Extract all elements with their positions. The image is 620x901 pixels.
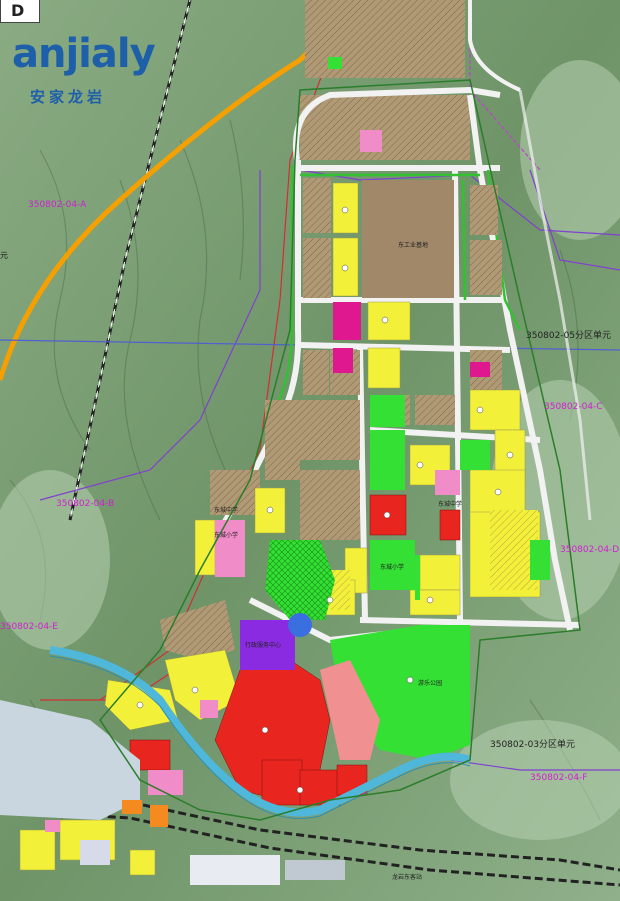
unit-label-04-b: 350802-04-B <box>56 499 115 509</box>
blue-plaza <box>288 613 312 637</box>
facility-label-park: 游乐公园 <box>418 680 443 687</box>
station-area <box>190 855 280 885</box>
logo-subtitle: 安家龙岩 <box>30 88 107 106</box>
orange-block-2 <box>122 800 142 814</box>
unit-label-04-c: 350802-04-C <box>544 402 603 412</box>
unit-label-04-f: 350802-04-F <box>530 773 588 783</box>
map-sheet-corner: D <box>0 0 40 23</box>
unit-label-04-a: 350802-04-A <box>28 200 87 210</box>
unit-label-04-d: 350802-04-D <box>560 545 620 555</box>
industry-blue <box>80 840 110 865</box>
facility-label-school-2: 东城小学 <box>214 532 239 539</box>
logistics-parcel <box>362 180 454 298</box>
left-edge-label: 元 <box>0 251 8 260</box>
map-sheet-letter: D <box>11 1 25 20</box>
industrial-north <box>300 95 470 160</box>
facility-label-station: 龙岩东客站 <box>392 874 423 881</box>
green-top <box>328 57 342 69</box>
facility-label-school-3: 东城中学 <box>438 501 463 508</box>
logo-wordmark: anjialy <box>12 31 156 77</box>
facility-label-school-1: 东城中学 <box>214 507 239 514</box>
facility-label-center: 行政服务中心 <box>245 642 282 649</box>
unit-label-04-e: 350802-04-E <box>0 622 58 632</box>
land-use-map <box>0 0 620 901</box>
zone-label-05: 350802-05分区单元 <box>526 331 612 341</box>
brand-logo: anjialy 安家龙岩 <box>6 28 156 112</box>
orange-block-1 <box>150 805 168 827</box>
facility-label-school-4: 东城小学 <box>380 564 405 571</box>
public-pink-1 <box>360 130 382 152</box>
zone-label-03: 350802-03分区单元 <box>490 740 576 750</box>
facility-label-logistics: 东工业基地 <box>398 242 429 249</box>
station-plaza <box>285 860 345 880</box>
